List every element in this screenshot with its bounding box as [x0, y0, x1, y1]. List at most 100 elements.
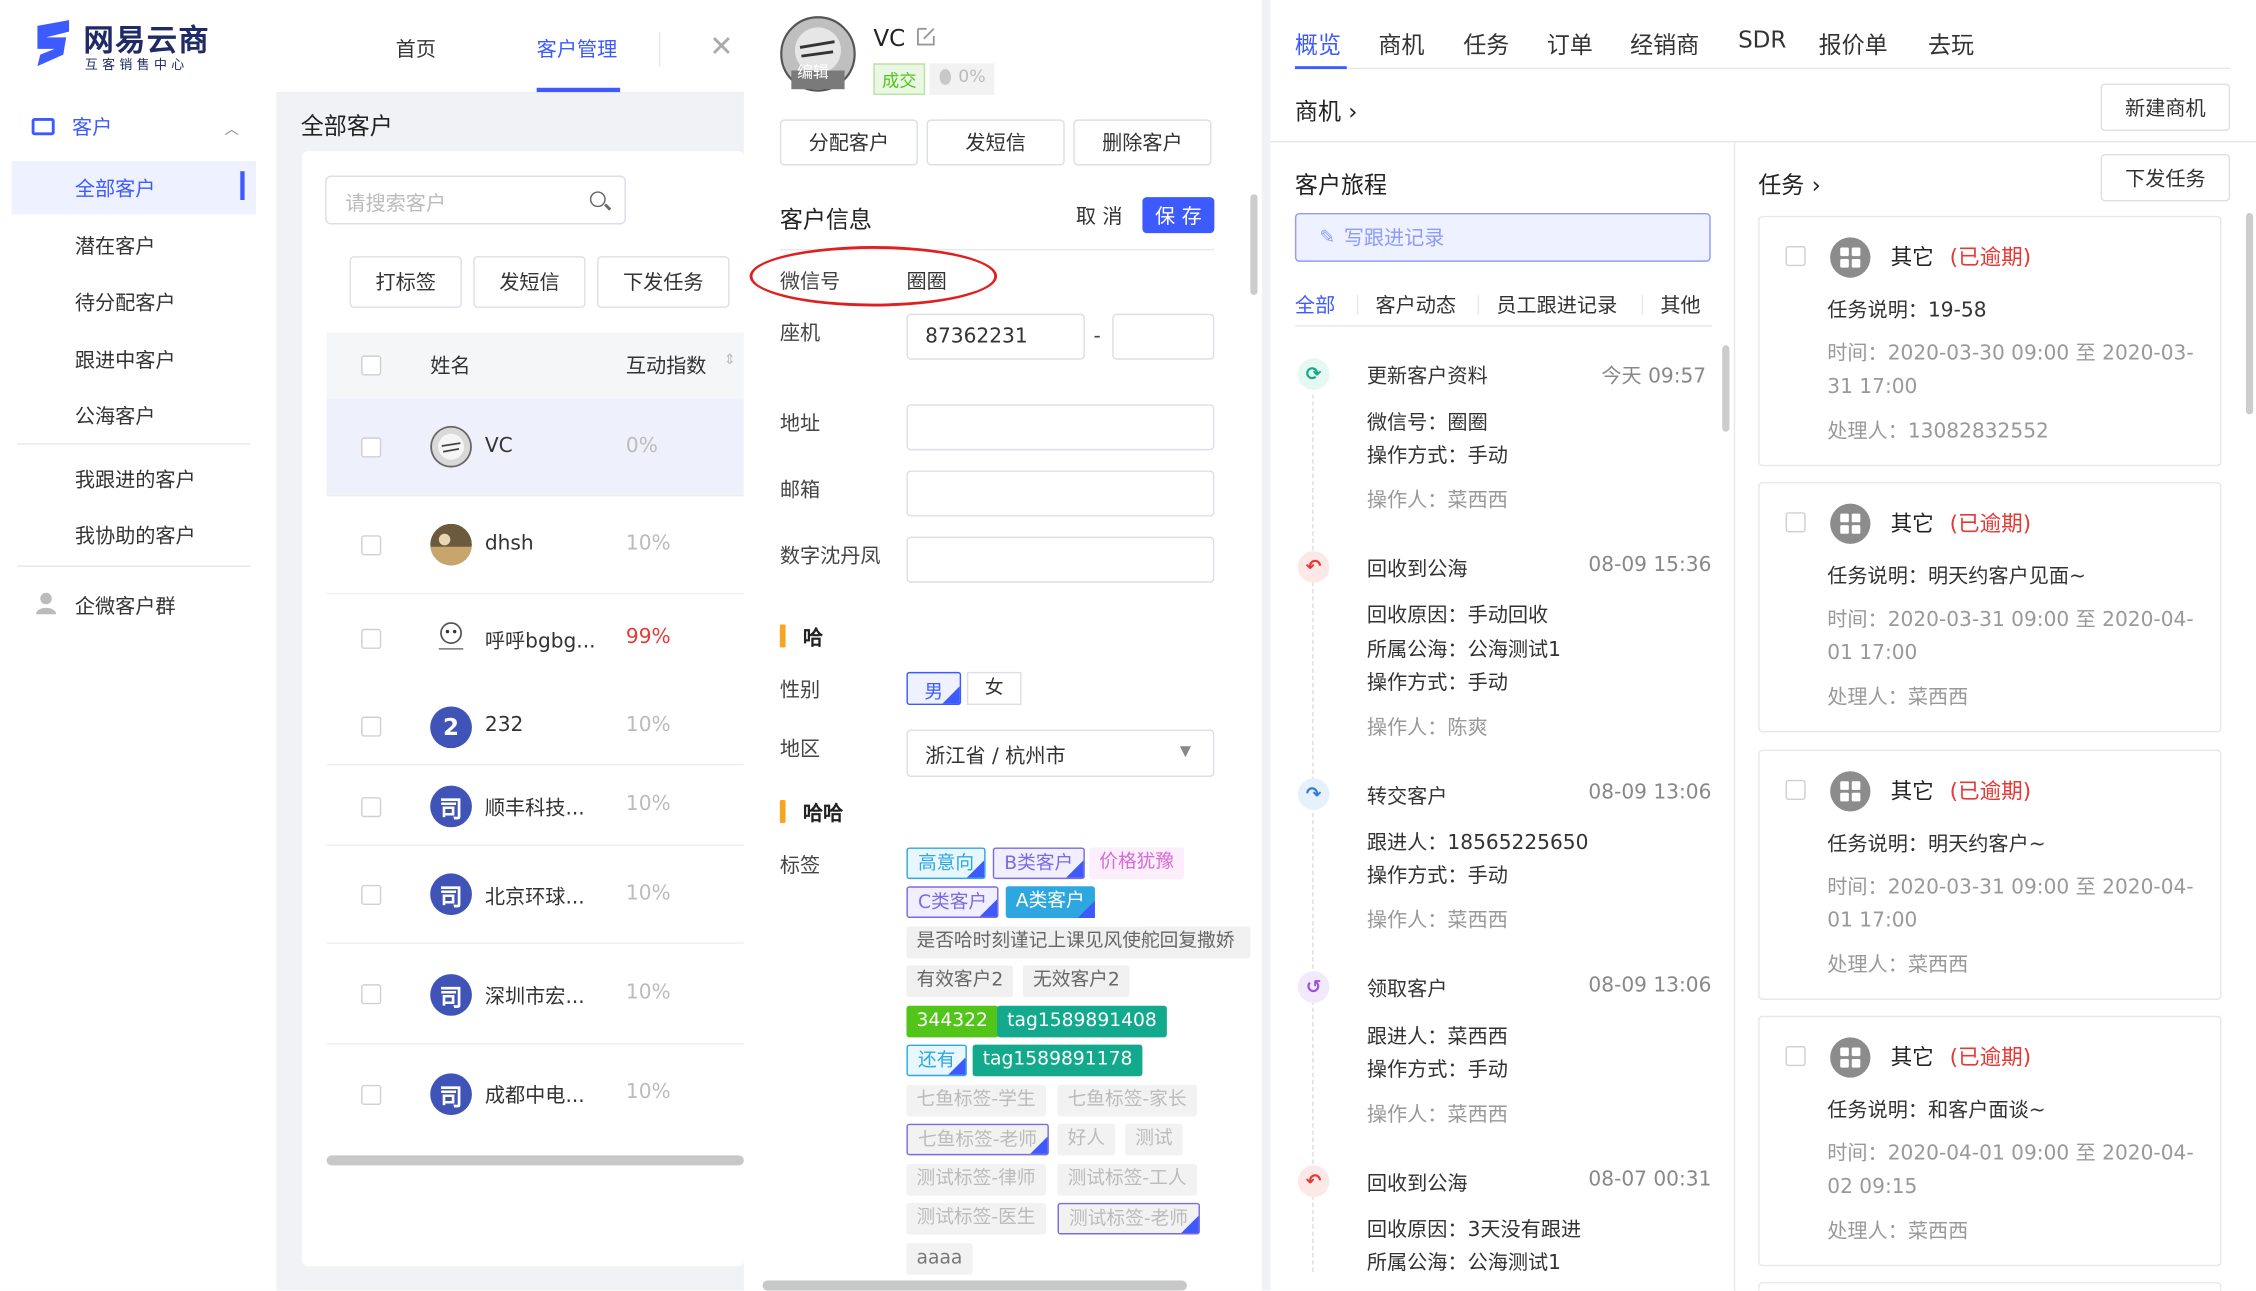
tag-chip[interactable]: 七鱼标签-学生: [906, 1084, 1046, 1117]
digit-field-input[interactable]: [906, 536, 1215, 583]
tab-play[interactable]: 去玩: [1928, 26, 1974, 61]
detail-horizontal-scrollbar[interactable]: [762, 1280, 1188, 1291]
tag-chip[interactable]: 无效客户2: [1022, 965, 1130, 998]
task-card[interactable]: 其它 (已逾期) 任务说明：明天约客户见面~ 时间：2020-03-31 09:…: [1758, 481, 2222, 733]
tab-quotes[interactable]: 报价单: [1819, 26, 1888, 61]
select-all-checkbox[interactable]: [361, 355, 382, 376]
search-input[interactable]: 请搜索客户: [325, 175, 626, 225]
tag-chip[interactable]: 测试标签-工人: [1057, 1163, 1197, 1196]
sidebar-item-all-customers[interactable]: 全部客户: [75, 174, 156, 203]
sidebar-item-unassigned[interactable]: 待分配客户: [75, 288, 176, 317]
cancel-button[interactable]: 取 消: [1064, 197, 1134, 234]
sub-tab-staff-records[interactable]: 员工跟进记录: [1496, 291, 1617, 320]
assign-customer-button[interactable]: 分配客户: [779, 119, 918, 166]
tag-chip[interactable]: 好人: [1057, 1123, 1116, 1156]
tag-chip[interactable]: 七鱼标签-老师: [906, 1123, 1049, 1156]
row-checkbox[interactable]: [361, 628, 382, 649]
tag-chip[interactable]: 测试标签-律师: [906, 1163, 1046, 1196]
avatar-edit-label[interactable]: 编辑: [797, 60, 829, 83]
phone-input[interactable]: 87362231: [906, 313, 1085, 360]
task-card[interactable]: 其它 (已逾期) 任务说明：19-58 时间：2020-03-30 09:00 …: [1758, 215, 2222, 467]
new-opportunity-button[interactable]: 新建商机: [2100, 83, 2231, 131]
tag-chip[interactable]: 还有: [906, 1044, 967, 1077]
tag-chip[interactable]: aaaa: [906, 1243, 973, 1275]
tag-chip[interactable]: tag1589891408: [997, 1005, 1167, 1038]
sidebar-item-wecom-groups[interactable]: 企微客户群: [75, 591, 176, 620]
sidebar-item-my-followed[interactable]: 我跟进的客户: [75, 465, 196, 494]
task-checkbox[interactable]: [1785, 1046, 1806, 1067]
send-task-button[interactable]: 下发任务: [597, 256, 730, 308]
tag-chip[interactable]: B类客户: [992, 847, 1085, 880]
customer-name[interactable]: 北京环球...: [485, 882, 585, 911]
customer-name[interactable]: VC: [485, 435, 513, 458]
row-checkbox[interactable]: [361, 797, 382, 818]
task-checkbox[interactable]: [1785, 512, 1806, 533]
sub-tab-other[interactable]: 其他: [1660, 291, 1700, 320]
row-checkbox[interactable]: [361, 1084, 382, 1105]
customer-name[interactable]: 232: [485, 714, 523, 737]
tag-chip[interactable]: tag1589891178: [972, 1044, 1143, 1077]
sidebar-item-my-assisted[interactable]: 我协助的客户: [75, 521, 196, 550]
row-checkbox[interactable]: [361, 716, 382, 737]
send-task-button[interactable]: 下发任务: [2100, 153, 2231, 202]
sub-tab-customer-activity[interactable]: 客户动态: [1375, 291, 1456, 320]
tab-overview[interactable]: 概览: [1295, 26, 1341, 61]
table-row[interactable]: 司 深圳市宏... 10%: [326, 943, 744, 1045]
tab-sdr[interactable]: SDR: [1738, 26, 1786, 53]
tag-chip[interactable]: 七鱼标签-家长: [1057, 1084, 1197, 1117]
sort-icon[interactable]: ⇕: [724, 353, 736, 369]
phone-ext-input[interactable]: [1112, 313, 1215, 360]
opportunity-title[interactable]: 商机 ›: [1295, 92, 1358, 127]
table-row[interactable]: 呼呼bgbg... 99%: [326, 594, 744, 693]
table-row[interactable]: 司 北京环球... 10%: [326, 846, 744, 944]
journey-scrollbar[interactable]: [1722, 345, 1730, 432]
tab-opportunity[interactable]: 商机: [1378, 26, 1424, 61]
table-row[interactable]: 司 成都中电... 10%: [326, 1044, 744, 1146]
tag-chip[interactable]: 是否哈时刻谨记上课见风使舵回复撒娇: [906, 926, 1251, 959]
tag-chip[interactable]: 344322: [906, 1005, 999, 1038]
nav-tab-customers[interactable]: 客户管理: [537, 35, 618, 64]
sidebar-item-public-pool[interactable]: 公海客户: [75, 401, 156, 430]
task-checkbox[interactable]: [1785, 246, 1806, 267]
customer-name[interactable]: 成都中电...: [485, 1081, 585, 1110]
tag-chip[interactable]: 高意向: [906, 847, 986, 880]
task-card[interactable]: [1758, 1281, 2222, 1291]
tag-chip[interactable]: C类客户: [906, 886, 999, 918]
sub-tab-all[interactable]: 全部: [1295, 291, 1335, 320]
tag-button[interactable]: 打标签: [349, 256, 462, 308]
send-sms-button[interactable]: 发短信: [926, 119, 1065, 166]
email-input[interactable]: [906, 470, 1215, 517]
sidebar-item-following[interactable]: 跟进中客户: [75, 345, 176, 374]
tab-dealers[interactable]: 经销商: [1630, 26, 1699, 61]
edit-icon[interactable]: [915, 26, 937, 48]
tag-chip[interactable]: 测试标签-医生: [906, 1202, 1046, 1235]
customer-name[interactable]: 顺丰科技...: [485, 793, 585, 822]
customer-name[interactable]: 深圳市宏...: [485, 981, 585, 1010]
region-select[interactable]: 浙江省 / 杭州市: [906, 729, 1215, 777]
table-row[interactable]: VC 0%: [326, 398, 744, 497]
tasks-scrollbar[interactable]: [2245, 212, 2254, 415]
gender-male-option[interactable]: 男: [906, 671, 962, 706]
tasks-title[interactable]: 任务 ›: [1758, 165, 1821, 200]
caret-down-icon[interactable]: ▼: [1180, 744, 1191, 760]
task-checkbox[interactable]: [1785, 779, 1806, 800]
detail-vertical-scrollbar[interactable]: [1250, 194, 1258, 295]
tag-chip[interactable]: 测试标签-老师: [1057, 1202, 1200, 1235]
task-card[interactable]: 其它 (已逾期) 任务说明：明天约客户~ 时间：2020-03-31 09:00…: [1758, 749, 2222, 1000]
customer-name[interactable]: 呼呼bgbg...: [485, 626, 596, 655]
list-horizontal-scrollbar[interactable]: [326, 1155, 744, 1166]
address-input[interactable]: [906, 404, 1215, 451]
gender-female-option[interactable]: 女: [966, 671, 1022, 706]
sidebar-group-customers[interactable]: 客户 ︿: [31, 111, 248, 143]
col-index-header[interactable]: 互动指数: [626, 351, 707, 380]
tag-chip[interactable]: 有效客户2: [906, 965, 1014, 998]
sidebar-item-potential[interactable]: 潜在客户: [75, 232, 156, 261]
row-checkbox[interactable]: [361, 535, 382, 556]
save-button[interactable]: 保 存: [1142, 197, 1215, 234]
tab-tasks[interactable]: 任务: [1463, 26, 1509, 61]
customer-name[interactable]: dhsh: [485, 532, 534, 555]
tag-chip[interactable]: 价格犹豫: [1089, 847, 1185, 880]
row-checkbox[interactable]: [361, 984, 382, 1005]
tag-chip[interactable]: 测试: [1125, 1123, 1183, 1156]
delete-customer-button[interactable]: 删除客户: [1073, 119, 1212, 166]
